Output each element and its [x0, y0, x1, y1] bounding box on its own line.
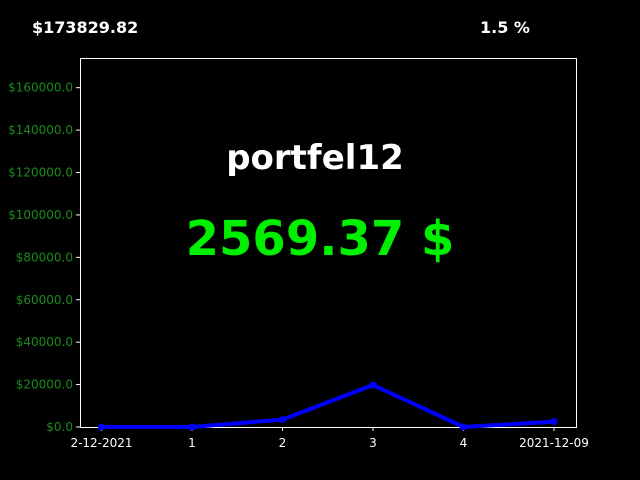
- y-tick-label: $20000.0: [16, 378, 73, 392]
- x-tick-label: 2021-12-09: [519, 436, 589, 450]
- series-point: [550, 418, 558, 426]
- x-tick-label: 4: [460, 436, 468, 450]
- y-tick-label: $120000.0: [8, 166, 73, 180]
- y-tick-label: $100000.0: [8, 208, 73, 222]
- x-tick-label: 2: [279, 436, 287, 450]
- series-group: [98, 381, 558, 431]
- series-point: [98, 423, 105, 431]
- portfolio-line-chart: $0.0 $20000.0 $40000.0 $60000.0 $80000.0 $100…: [8, 58, 589, 450]
- x-tick-label: 1: [188, 436, 196, 450]
- portfolio-value-label: 2569.37 $: [186, 211, 455, 267]
- y-axis: $0.0 $20000.0 $40000.0 $60000.0 $80000.0 $100…: [8, 81, 80, 434]
- x-tick-label: 3: [369, 436, 377, 450]
- series-point: [188, 423, 196, 431]
- y-tick-label: $80000.0: [16, 250, 73, 264]
- portfolio-name-label: portfel12: [226, 138, 404, 178]
- y-tick-label: $40000.0: [16, 335, 73, 349]
- y-tick-label: $160000.0: [8, 81, 73, 95]
- series-point: [369, 381, 377, 389]
- y-tick-label: $60000.0: [16, 293, 73, 307]
- x-tick-label: 2-12-2021: [70, 436, 132, 450]
- x-axis: 2-12-2021 1 2 3 4 2021-12-09: [70, 427, 589, 450]
- y-tick-label: $140000.0: [8, 123, 73, 137]
- series-point: [460, 423, 467, 431]
- series-point: [279, 416, 286, 424]
- series-line: [99, 383, 556, 429]
- y-tick-label: $0.0: [46, 420, 73, 434]
